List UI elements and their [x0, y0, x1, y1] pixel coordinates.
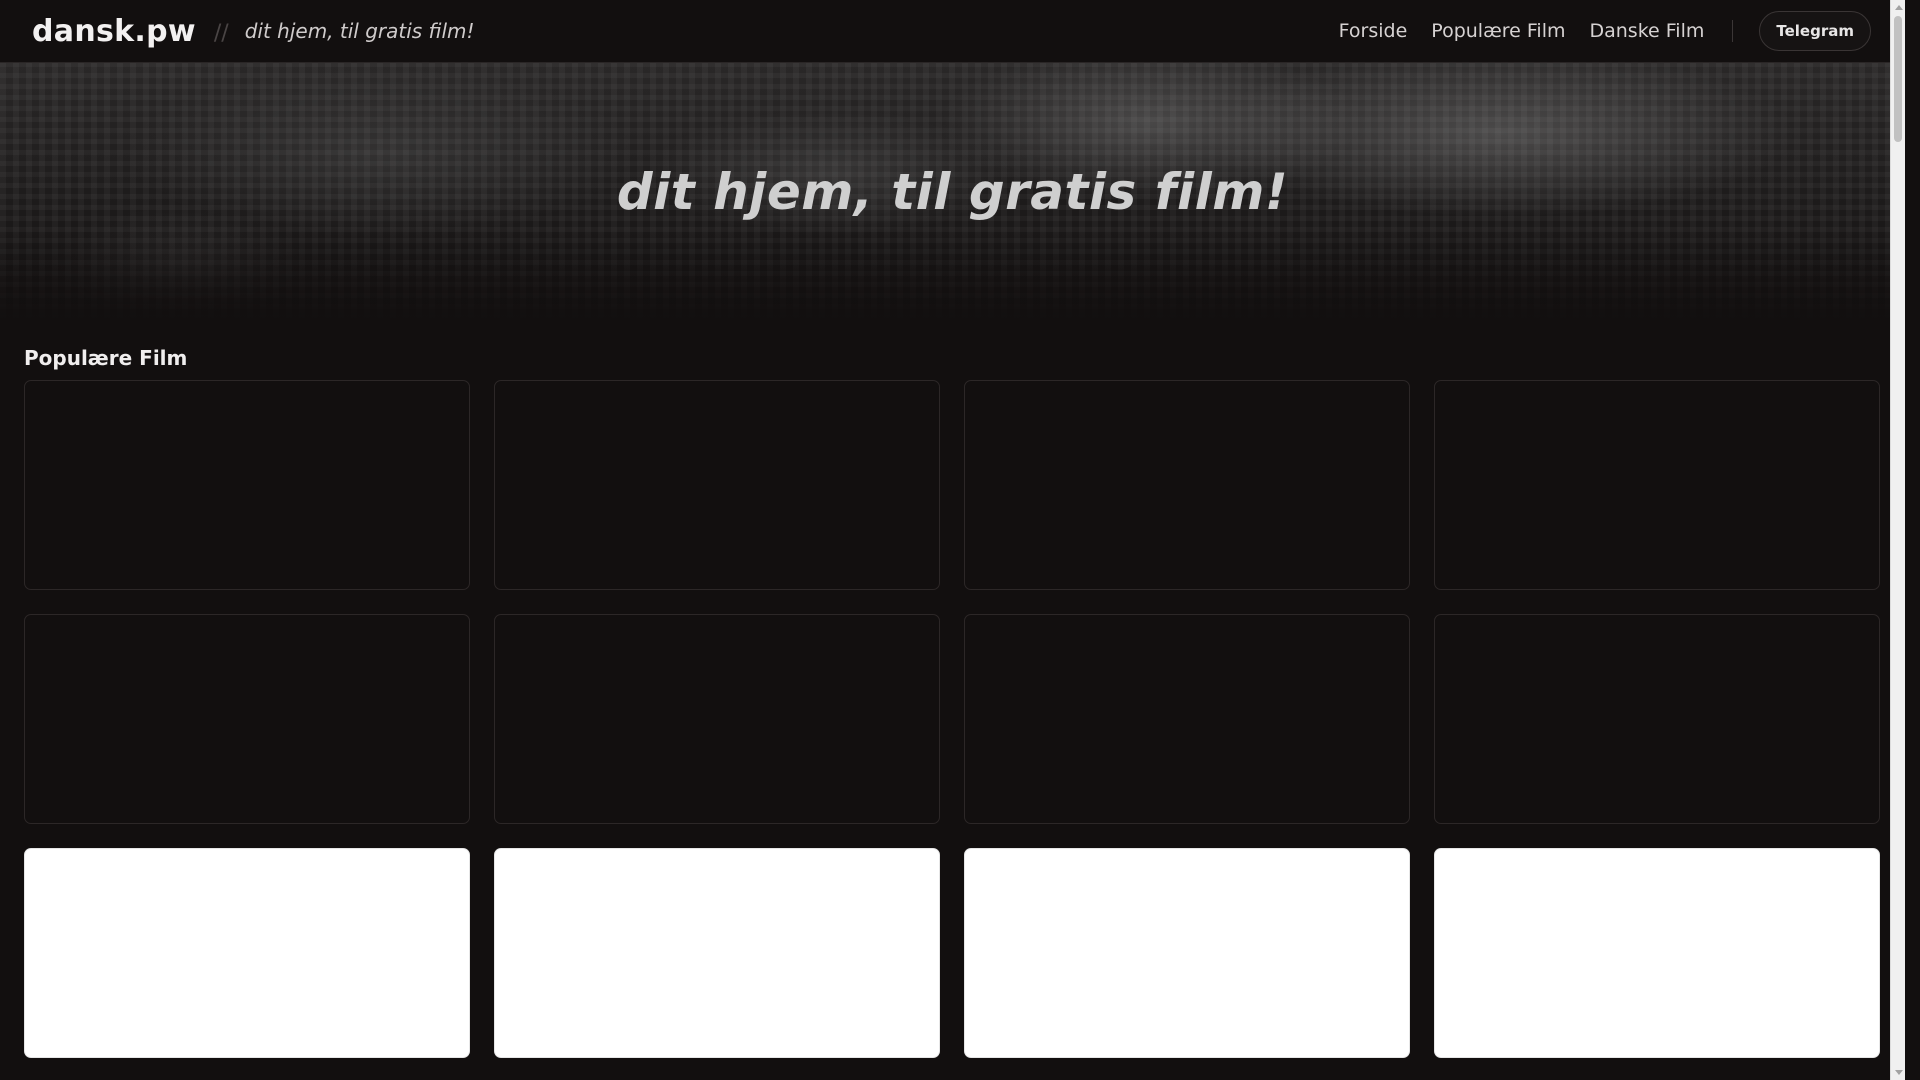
- movie-grid: [24, 380, 1882, 1058]
- nav-link-forside[interactable]: Forside: [1339, 20, 1408, 42]
- movie-card[interactable]: [1434, 614, 1880, 824]
- triangle-up-icon: [1894, 5, 1903, 10]
- brand-separator: //: [213, 20, 229, 46]
- movie-card[interactable]: [964, 848, 1410, 1058]
- vertical-scrollbar[interactable]: [1890, 0, 1905, 1080]
- movie-card[interactable]: [964, 614, 1410, 824]
- section-title: Populære Film: [24, 346, 188, 370]
- site-logo[interactable]: dansk.pw: [32, 14, 196, 49]
- scroll-up-arrow[interactable]: [1891, 0, 1905, 15]
- movie-card[interactable]: [24, 848, 470, 1058]
- scrollbar-thumb[interactable]: [1894, 16, 1902, 142]
- telegram-button[interactable]: Telegram: [1759, 11, 1871, 51]
- scroll-down-arrow[interactable]: [1891, 1065, 1905, 1080]
- site-header: dansk.pw // dit hjem, til gratis film! F…: [0, 0, 1905, 63]
- page: dansk.pw // dit hjem, til gratis film! F…: [0, 0, 1905, 1080]
- hero-fade: [0, 230, 1905, 320]
- movie-card[interactable]: [24, 614, 470, 824]
- movie-card[interactable]: [494, 380, 940, 590]
- movie-card[interactable]: [1434, 380, 1880, 590]
- movie-card[interactable]: [494, 614, 940, 824]
- hero-banner: dit hjem, til gratis film!: [0, 63, 1905, 320]
- nav-divider: [1732, 20, 1734, 42]
- movie-card[interactable]: [494, 848, 940, 1058]
- triangle-down-icon: [1894, 1070, 1903, 1075]
- site-tagline: dit hjem, til gratis film!: [244, 19, 475, 43]
- nav-link-danske-film[interactable]: Danske Film: [1589, 20, 1704, 42]
- hero-title: dit hjem, til gratis film!: [616, 163, 1289, 221]
- nav-link-populaere-film[interactable]: Populære Film: [1431, 20, 1565, 42]
- movie-card[interactable]: [24, 380, 470, 590]
- main-nav: Forside Populære Film Danske Film Telegr…: [1315, 11, 1873, 51]
- movie-card[interactable]: [1434, 848, 1880, 1058]
- movie-card[interactable]: [964, 380, 1410, 590]
